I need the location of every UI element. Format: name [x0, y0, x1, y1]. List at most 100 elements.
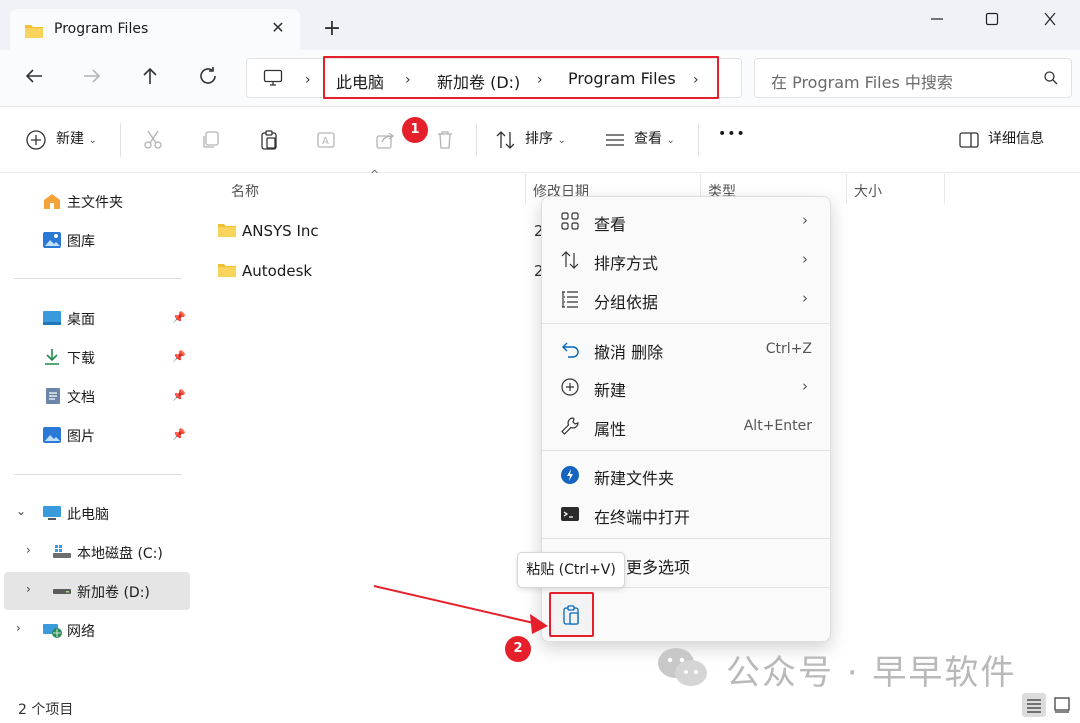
column-divider: [525, 174, 526, 204]
sidebar-item-drive-c[interactable]: › 本地磁盘 (C:): [4, 533, 190, 571]
sort-icon: [495, 129, 517, 151]
menu-item-undo-delete[interactable]: 撤消 删除 Ctrl+Z: [550, 331, 824, 367]
chevron-right-icon: ›: [802, 250, 808, 268]
menu-item-label: 撤消 删除: [594, 343, 664, 362]
tiles-view-icon[interactable]: [1050, 693, 1074, 717]
details-button[interactable]: 详细信息: [988, 128, 1044, 152]
sidebar-item-label: 网络: [67, 624, 95, 640]
new-tab-button[interactable]: +: [320, 18, 344, 42]
menu-item-new-folder[interactable]: 新建文件夹: [550, 457, 824, 493]
sidebar-item-label: 本地磁盘 (C:): [77, 546, 163, 562]
sidebar-item-drive-d[interactable]: › 新加卷 (D:): [4, 572, 190, 610]
step-badge-2: 2: [505, 636, 531, 662]
search-input[interactable]: 在 Program Files 中搜索: [754, 58, 1072, 98]
menu-item-view[interactable]: 查看 ›: [550, 203, 824, 239]
file-row[interactable]: ANSYS Inc 2: [214, 216, 544, 246]
chevron-right-icon[interactable]: ›: [16, 621, 21, 635]
wechat-icon: [656, 645, 710, 693]
shortcut-label: Ctrl+Z: [765, 341, 812, 357]
close-tab-icon[interactable]: ✕: [268, 18, 288, 38]
sidebar-item-this-pc[interactable]: ⌄ 此电脑: [4, 494, 190, 532]
back-button[interactable]: [22, 64, 50, 92]
drive-c-icon: [52, 543, 72, 561]
tab-title: Program Files: [54, 21, 149, 37]
search-icon: [1043, 70, 1059, 90]
refresh-button[interactable]: [196, 64, 224, 92]
chevron-down-icon: ⌄: [88, 135, 97, 146]
chevron-down-icon: ⌄: [557, 135, 566, 146]
view-button-label: 查看: [634, 131, 662, 147]
sidebar-item-pictures[interactable]: 图片 📌: [4, 416, 190, 454]
wrench-icon: [560, 416, 582, 438]
menu-divider: [542, 323, 830, 324]
rename-icon[interactable]: A: [316, 129, 338, 151]
copy-icon[interactable]: [200, 129, 222, 151]
file-row[interactable]: Autodesk 2: [214, 256, 544, 286]
pin-icon[interactable]: 📌: [172, 311, 186, 324]
menu-item-label: 查看: [594, 215, 627, 234]
menu-divider: [542, 538, 830, 539]
paste-icon[interactable]: [258, 129, 280, 151]
details-pane-icon: [958, 129, 980, 151]
column-divider: [944, 174, 945, 204]
sidebar-item-home[interactable]: 主文件夹: [4, 182, 190, 220]
step-badge-1: 1: [402, 117, 428, 143]
chevron-right-icon[interactable]: ›: [26, 543, 31, 557]
details-view-icon[interactable]: [1022, 693, 1046, 717]
sort-ascending-icon: ^: [370, 168, 380, 181]
gallery-icon: [42, 231, 62, 249]
menu-item-new[interactable]: 新建 ›: [550, 369, 824, 405]
paste-icon: [561, 604, 583, 630]
sort-button-label: 排序: [525, 131, 553, 147]
sidebar-item-network[interactable]: › 网络: [4, 611, 190, 649]
view-button[interactable]: 查看 ⌄: [634, 128, 675, 152]
minimize-button[interactable]: [914, 6, 960, 34]
shortcut-label: Alt+Enter: [743, 418, 812, 434]
group-icon: [560, 289, 582, 311]
delete-icon[interactable]: [434, 129, 456, 151]
pin-icon[interactable]: 📌: [172, 350, 186, 363]
title-bar: Program Files ✕ +: [0, 0, 1080, 50]
sidebar-item-label: 图库: [67, 234, 95, 250]
close-window-button[interactable]: [1027, 6, 1073, 34]
item-count: 2 个项目: [18, 702, 74, 718]
menu-item-label: 在终端中打开: [594, 508, 691, 527]
menu-divider: [542, 450, 830, 451]
tab-program-files[interactable]: Program Files ✕: [10, 9, 300, 50]
sidebar-item-desktop[interactable]: 桌面 📌: [4, 299, 190, 337]
sidebar-item-label: 桌面: [67, 312, 95, 328]
column-header-name[interactable]: 名称: [231, 181, 259, 201]
maximize-button[interactable]: [969, 6, 1015, 34]
command-bar: 新建 ⌄ A 1 排序 ⌄ 查看 ⌄ ••• 详细信息: [0, 107, 1080, 173]
more-options-button[interactable]: •••: [718, 126, 746, 150]
pictures-icon: [42, 426, 62, 444]
menu-item-properties[interactable]: 属性 Alt+Enter: [550, 408, 824, 444]
column-header-size[interactable]: 大小: [854, 181, 882, 201]
address-highlight-box: [323, 56, 719, 99]
sidebar-item-downloads[interactable]: 下载 📌: [4, 338, 190, 376]
menu-item-open-terminal[interactable]: 在终端中打开: [550, 496, 824, 532]
folder-icon: [217, 262, 237, 282]
annotation-arrow: [373, 585, 548, 634]
chevron-right-icon[interactable]: ›: [26, 582, 31, 596]
pin-icon[interactable]: 📌: [172, 428, 186, 441]
sidebar-item-label: 新加卷 (D:): [77, 585, 150, 601]
sidebar-item-gallery[interactable]: 图库: [4, 221, 190, 259]
menu-item-group-by[interactable]: 分组依据 ›: [550, 281, 824, 317]
watermark-text: 公众号 · 早早软件: [726, 653, 1017, 693]
forward-button[interactable]: [80, 64, 108, 92]
network-icon: [42, 621, 62, 639]
up-button[interactable]: [138, 64, 166, 92]
folder-icon: [24, 23, 44, 43]
desktop-icon: [42, 309, 62, 327]
new-button[interactable]: 新建 ⌄: [56, 128, 97, 152]
chevron-down-icon[interactable]: ⌄: [16, 504, 26, 518]
menu-item-sort-by[interactable]: 排序方式 ›: [550, 242, 824, 278]
pin-icon[interactable]: 📌: [172, 389, 186, 402]
cut-icon[interactable]: [142, 129, 164, 151]
navigation-pane: 主文件夹 图库 桌面 📌 下载 📌 文档 📌 图片 📌 ⌄ 此电脑 › 本地磁盘…: [0, 174, 196, 690]
sidebar-item-documents[interactable]: 文档 📌: [4, 377, 190, 415]
sort-button[interactable]: 排序 ⌄: [525, 128, 566, 152]
share-icon[interactable]: [374, 129, 396, 151]
new-button-label: 新建: [56, 131, 84, 147]
